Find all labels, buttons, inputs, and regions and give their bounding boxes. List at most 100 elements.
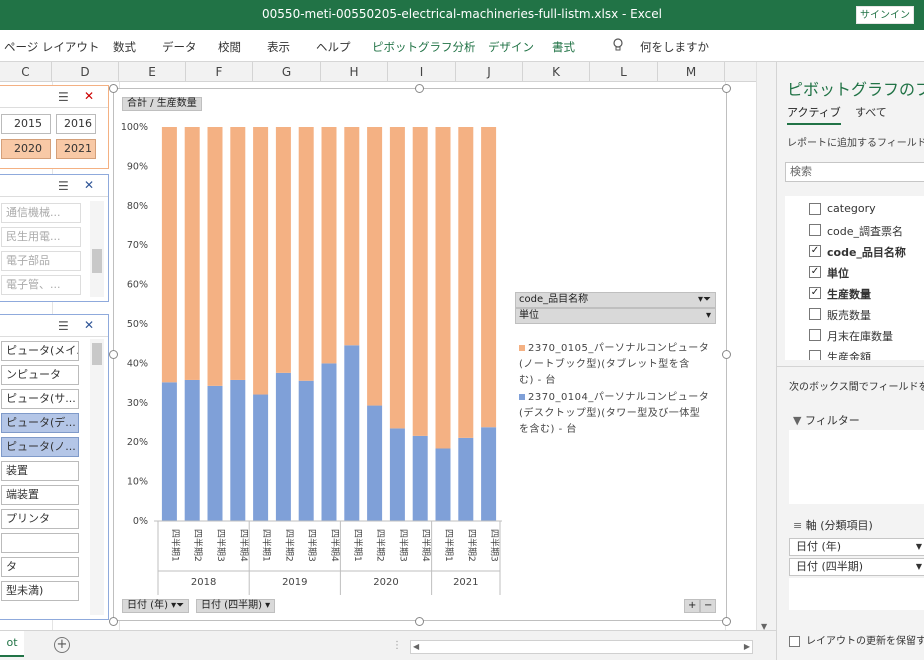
slicer-tile[interactable]: プリンタ [1, 509, 79, 529]
slicer-tile-2016[interactable]: 2016 [56, 114, 96, 134]
filter-drop-area[interactable] [789, 430, 924, 504]
vertical-scrollbar[interactable]: ▼ [756, 62, 776, 631]
col-header-m[interactable]: M [658, 62, 725, 82]
expand-button[interactable]: + [684, 599, 701, 613]
slicer-scrollbar[interactable] [90, 201, 104, 297]
slicer-tile[interactable]: 民生用電... [1, 227, 81, 247]
multiselect-icon[interactable]: ☰ [58, 319, 69, 333]
clear-filter-icon[interactable]: ✕ [84, 89, 94, 103]
tab-design[interactable]: デザイン [488, 39, 534, 55]
resize-handle[interactable] [109, 617, 118, 626]
horizontal-scrollbar[interactable]: ◀ ▶ [410, 640, 753, 654]
col-header-c[interactable]: C [0, 62, 52, 82]
col-header-d[interactable]: D [52, 62, 119, 82]
col-header-h[interactable]: H [321, 62, 388, 82]
tell-me-search[interactable]: 何をしますか [640, 39, 709, 55]
defer-update-checkbox[interactable] [789, 635, 800, 647]
axis-field-button-year[interactable]: 日付 (年) ▾⏷ [122, 599, 190, 613]
scroll-right-icon[interactable]: ▶ [744, 642, 750, 651]
resize-handle[interactable] [722, 617, 731, 626]
tab-help[interactable]: ヘルプ [316, 39, 351, 55]
add-sheet-button[interactable]: + [54, 637, 70, 653]
col-header-i[interactable]: I [388, 62, 456, 82]
legend-unit-button[interactable]: 単位 ▾ [515, 308, 716, 324]
resize-handle[interactable] [109, 350, 118, 359]
slicer-tile[interactable] [1, 533, 79, 553]
scroll-left-icon[interactable]: ◀ [413, 642, 419, 651]
axis-field-quarter[interactable]: 日付 (四半期) ▼ [789, 558, 924, 576]
checkbox[interactable] [809, 224, 821, 236]
resize-handle[interactable] [415, 84, 424, 93]
tab-formulas[interactable]: 数式 [113, 39, 136, 55]
resize-handle[interactable] [722, 350, 731, 359]
col-header-j[interactable]: J [456, 62, 523, 82]
pivot-chart[interactable]: 合計 / 生産数量 0% 10% 20% 30% 40% 50% 60% 70% 80% 90% 1… [113, 88, 727, 621]
slicer-tile[interactable]: タ [1, 557, 79, 577]
field-item[interactable]: category [809, 202, 876, 215]
clear-filter-icon[interactable]: ✕ [84, 178, 94, 192]
multiselect-icon[interactable]: ☰ [58, 90, 69, 104]
col-header-f[interactable]: F [186, 62, 253, 82]
checkbox-checked[interactable]: ✓ [809, 266, 821, 278]
axis-field-year[interactable]: 日付 (年) ▼ [789, 538, 924, 556]
checkbox-checked[interactable]: ✓ [809, 245, 821, 257]
splitter-icon[interactable]: ⋮ [392, 640, 402, 651]
dropdown-icon[interactable]: ▾ [706, 309, 711, 323]
checkbox[interactable] [809, 329, 821, 341]
filter-dropdown-icon[interactable]: ▾⏷ [698, 293, 711, 307]
slicer-tile[interactable]: 通信機械... [1, 203, 81, 223]
slicer-tile[interactable]: ピュータ(サ... [1, 389, 79, 409]
slicer-tile-2015[interactable]: 2015 [1, 114, 51, 134]
field-item[interactable]: ✓ 生産数量 [809, 286, 871, 302]
tab-data[interactable]: データ [162, 39, 197, 55]
field-item[interactable]: 生産金額 [809, 349, 871, 360]
checkbox[interactable] [809, 350, 821, 360]
defer-update-row[interactable]: レイアウトの更新を保留する [789, 632, 924, 647]
tab-active-fields[interactable]: アクティブ [787, 104, 841, 125]
slicer-tile-2020[interactable]: 2020 [1, 139, 51, 159]
slicer-scrollbar[interactable] [90, 339, 104, 615]
checkbox[interactable] [809, 308, 821, 320]
slicer-tile-2021[interactable]: 2021 [56, 139, 96, 159]
sheet-tab-active[interactable]: ot [0, 631, 24, 657]
tab-page-layout[interactable]: ページ レイアウト [4, 39, 99, 55]
field-item[interactable]: code_調査票名 [809, 223, 903, 239]
dropdown-icon[interactable]: ▼ [916, 559, 922, 575]
field-search-input[interactable]: 検索 [785, 162, 924, 182]
slicer-tile[interactable]: ピュータ(メイ... [1, 341, 79, 361]
checkbox[interactable] [809, 203, 821, 215]
axis-field-button-quarter[interactable]: 日付 (四半期) ▾ [196, 599, 276, 613]
collapse-button[interactable]: − [700, 599, 717, 613]
axis-drop-area[interactable] [789, 578, 924, 610]
signin-button[interactable]: サインイン [856, 6, 914, 24]
multiselect-icon[interactable]: ☰ [58, 179, 69, 193]
col-header-l[interactable]: L [590, 62, 658, 82]
slicer-tile[interactable]: ンピュータ [1, 365, 79, 385]
col-header-g[interactable]: G [253, 62, 321, 82]
slicer-tile[interactable]: 電子部品 [1, 251, 81, 271]
legend-field-button[interactable]: code_品目名称 ▾⏷ [515, 292, 716, 308]
resize-handle[interactable] [722, 84, 731, 93]
dropdown-icon[interactable]: ▼ [916, 539, 922, 555]
col-header-e[interactable]: E [119, 62, 186, 82]
checkbox-checked[interactable]: ✓ [809, 287, 821, 299]
slicer-tile-selected[interactable]: ピュータ(ノ... [1, 437, 79, 457]
field-item[interactable]: 月末在庫数量 [809, 328, 893, 344]
slicer-tile[interactable]: 電子管、... [1, 275, 81, 295]
tab-review[interactable]: 校閲 [218, 39, 241, 55]
tab-all-fields[interactable]: すべて [855, 104, 887, 120]
slicer-tile[interactable]: 型未満) [1, 581, 79, 601]
tab-format[interactable]: 書式 [552, 39, 575, 55]
slicer-tile[interactable]: 装置 [1, 461, 79, 481]
slicer-tile-selected[interactable]: ピュータ(デ... [1, 413, 79, 433]
slicer-tile[interactable]: 端装置 [1, 485, 79, 505]
resize-handle[interactable] [415, 617, 424, 626]
resize-handle[interactable] [109, 84, 118, 93]
tab-view[interactable]: 表示 [267, 39, 290, 55]
clear-filter-icon[interactable]: ✕ [84, 318, 94, 332]
field-item[interactable]: ✓ 単位 [809, 265, 849, 281]
field-item[interactable]: ✓ code_品目名称 [809, 244, 906, 260]
tab-pivotchart-analyze[interactable]: ピボットグラフ分析 [372, 39, 476, 55]
col-header-k[interactable]: K [523, 62, 590, 82]
field-item[interactable]: 販売数量 [809, 307, 871, 323]
